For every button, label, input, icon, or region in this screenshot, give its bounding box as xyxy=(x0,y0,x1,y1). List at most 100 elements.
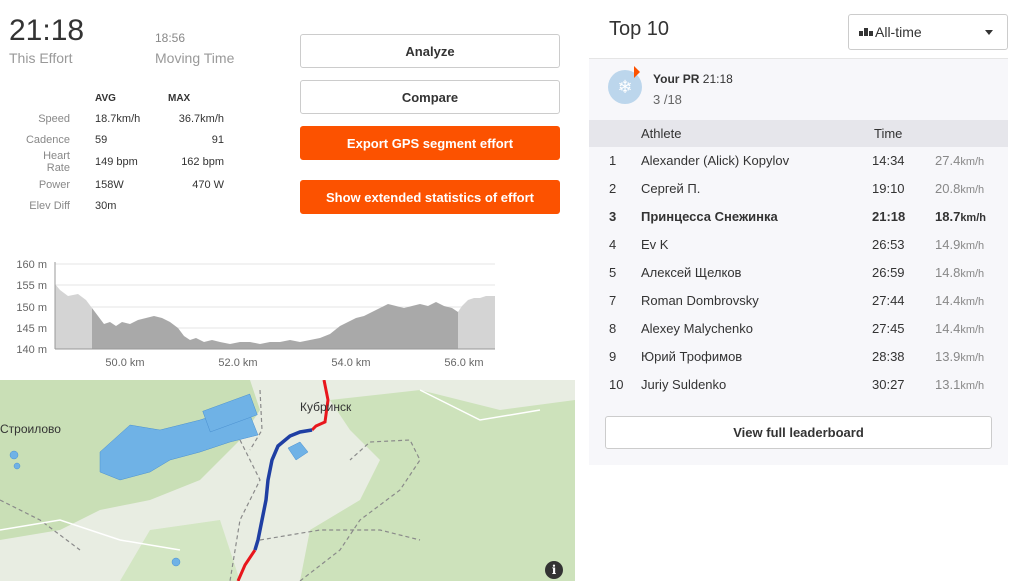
leaderboard-row-current-user: 3 Принцесса Снежинка 21:18 18.7km/h xyxy=(589,203,1008,231)
leaderboard-row: 2 Сергей П. 19:10 20.8km/h xyxy=(589,175,1008,203)
map-label-kubrinsk: Кубринск xyxy=(300,400,352,414)
chevron-down-icon xyxy=(985,30,993,35)
row-speed: 14.8km/h xyxy=(935,265,985,280)
row-time-link[interactable]: 14:34 xyxy=(872,153,905,168)
row-athlete-link[interactable]: Juriy Suldenko xyxy=(641,377,726,392)
elev-y-tick-150: 150 m xyxy=(16,302,47,314)
col-athlete: Athlete xyxy=(641,126,682,141)
elevation-chart[interactable]: 160 m 155 m 150 m 145 m 140 m 50.0 km 52… xyxy=(0,252,510,372)
leaderboard-row: 7 Roman Dombrovsky 27:44 14.4km/h xyxy=(589,287,1008,315)
leaderboard-row: 8 Alexey Malychenko 27:45 14.4km/h xyxy=(589,315,1008,343)
row-speed: 14.4km/h xyxy=(935,321,985,336)
row-rank: 7 xyxy=(609,293,617,308)
stat-max: 36.7km/h xyxy=(178,112,224,125)
stat-avg: 59 xyxy=(95,133,108,146)
leaderboard-row: 1 Alexander (Alick) Kopylov 14:34 27.4km… xyxy=(589,147,1008,175)
row-speed: 13.9km/h xyxy=(935,349,985,364)
leaderboard-filter-select[interactable]: All-time xyxy=(848,14,1008,50)
row-time-link[interactable]: 19:10 xyxy=(872,181,905,196)
map-forest xyxy=(300,390,575,581)
map-label-stroilovo: Строилово xyxy=(0,422,61,436)
pr-label: Your PR xyxy=(653,72,700,86)
elev-x-tick-50: 50.0 km xyxy=(105,357,144,369)
stat-row-speed: Speed 18.7km/h 36.7km/h xyxy=(20,108,224,129)
elev-y-tick-140: 140 m xyxy=(16,344,47,356)
filter-selected-value: All-time xyxy=(875,24,922,40)
leaderboard-row: 4 Ev K 26:53 14.9km/h xyxy=(589,231,1008,259)
col-time: Time xyxy=(874,126,903,141)
stat-label: Heart Rate xyxy=(43,150,70,174)
compare-button[interactable]: Compare xyxy=(300,80,560,114)
row-rank: 3 xyxy=(609,209,617,224)
elev-x-tick-56: 56.0 km xyxy=(444,357,483,369)
row-speed: 14.9km/h xyxy=(935,237,985,252)
leaderboard-title: Top 10 xyxy=(609,18,670,40)
row-rank: 10 xyxy=(609,377,624,392)
export-gps-button[interactable]: Export GPS segment effort xyxy=(300,126,560,160)
row-athlete-link[interactable]: Alexey Malychenko xyxy=(641,321,753,336)
row-speed: 20.8km/h xyxy=(935,181,985,196)
row-rank: 8 xyxy=(609,321,617,336)
map-forest xyxy=(120,520,240,581)
row-athlete-link[interactable]: Юрий Трофимов xyxy=(641,349,742,364)
stat-row-elev-diff: Elev Diff 30m xyxy=(20,195,224,216)
row-rank: 2 xyxy=(609,181,617,196)
row-athlete-link[interactable]: Алексей Щелков xyxy=(641,265,741,280)
row-speed: 27.4km/h xyxy=(935,153,985,168)
elev-y-tick-155: 155 m xyxy=(16,280,47,292)
row-athlete-link[interactable]: Сергей П. xyxy=(641,181,700,196)
stat-row-heart-rate: Heart Rate 149 bpm 162 bpm xyxy=(20,150,224,174)
stat-label: Cadence xyxy=(25,133,70,146)
elevation-profile-outside-end xyxy=(458,296,495,349)
view-full-leaderboard-button[interactable]: View full leaderboard xyxy=(605,416,992,449)
row-speed: 14.4km/h xyxy=(935,293,985,308)
analyze-button[interactable]: Analyze xyxy=(300,34,560,68)
elev-x-tick-52: 52.0 km xyxy=(218,357,257,369)
row-athlete-link[interactable]: Ev K xyxy=(641,237,668,252)
row-time-link[interactable]: 26:59 xyxy=(872,265,905,280)
leaderboard-row: 9 Юрий Трофимов 28:38 13.9km/h xyxy=(589,343,1008,371)
effort-time-label: This Effort xyxy=(9,50,73,66)
leaderboard-row: 5 Алексей Щелков 26:59 14.8km/h xyxy=(589,259,1008,287)
elevation-profile-outside xyxy=(55,284,92,349)
map-info-icon[interactable]: i xyxy=(545,561,563,579)
pr-rank: 3 /18 xyxy=(653,92,682,107)
row-rank: 9 xyxy=(609,349,617,364)
row-time-link[interactable]: 21:18 xyxy=(872,209,905,224)
stat-avg: 30m xyxy=(95,199,117,212)
elev-x-tick-54: 54.0 km xyxy=(331,357,370,369)
stat-max: 162 bpm xyxy=(181,156,224,168)
avg-header: AVG xyxy=(95,92,116,104)
effort-time: 21:18 xyxy=(9,14,85,47)
stats-table: AVG MAX Speed 18.7km/h 36.7km/h Cadence … xyxy=(20,88,224,216)
route-red xyxy=(236,549,257,581)
row-rank: 1 xyxy=(609,153,617,168)
stat-label: Elev Diff xyxy=(29,199,70,212)
stat-label: Power xyxy=(38,178,70,191)
moving-time-label: Moving Time xyxy=(155,50,235,66)
stat-avg: 18.7km/h xyxy=(95,112,141,125)
row-time-link[interactable]: 27:44 xyxy=(872,293,905,308)
elev-y-tick-160: 160 m xyxy=(16,259,47,271)
extended-stats-button[interactable]: Show extended statistics of effort xyxy=(300,180,560,214)
row-athlete-link[interactable]: Alexander (Alick) Kopylov xyxy=(641,153,789,168)
stat-row-power: Power 158W 470 W xyxy=(20,174,224,195)
leaderboard-row: 10 Juriy Suldenko 30:27 13.1km/h xyxy=(589,371,1008,399)
row-time-link[interactable]: 27:45 xyxy=(872,321,905,336)
row-time-link[interactable]: 28:38 xyxy=(872,349,905,364)
row-athlete-link[interactable]: Принцесса Снежинка xyxy=(641,209,778,224)
row-time-link[interactable]: 26:53 xyxy=(872,237,905,252)
elev-y-tick-145: 145 m xyxy=(16,323,47,335)
stat-avg: 149 bpm xyxy=(95,156,138,168)
row-time-link[interactable]: 30:27 xyxy=(872,377,905,392)
leaderboard-header: Athlete Time xyxy=(589,120,1008,147)
row-athlete-link[interactable]: Roman Dombrovsky xyxy=(641,293,759,308)
bar-chart-icon xyxy=(859,28,873,36)
pr-flag-icon xyxy=(634,66,640,78)
stat-label: Speed xyxy=(38,112,70,125)
leaderboard-panel: ❄ Your PR 21:18 3 /18 Athlete Time 1 Ale… xyxy=(589,58,1008,465)
row-speed: 18.7km/h xyxy=(935,209,986,224)
stat-max: 91 xyxy=(211,133,224,146)
stat-row-cadence: Cadence 59 91 xyxy=(20,129,224,150)
segment-map[interactable]: Кубринск Строилово i xyxy=(0,380,575,581)
